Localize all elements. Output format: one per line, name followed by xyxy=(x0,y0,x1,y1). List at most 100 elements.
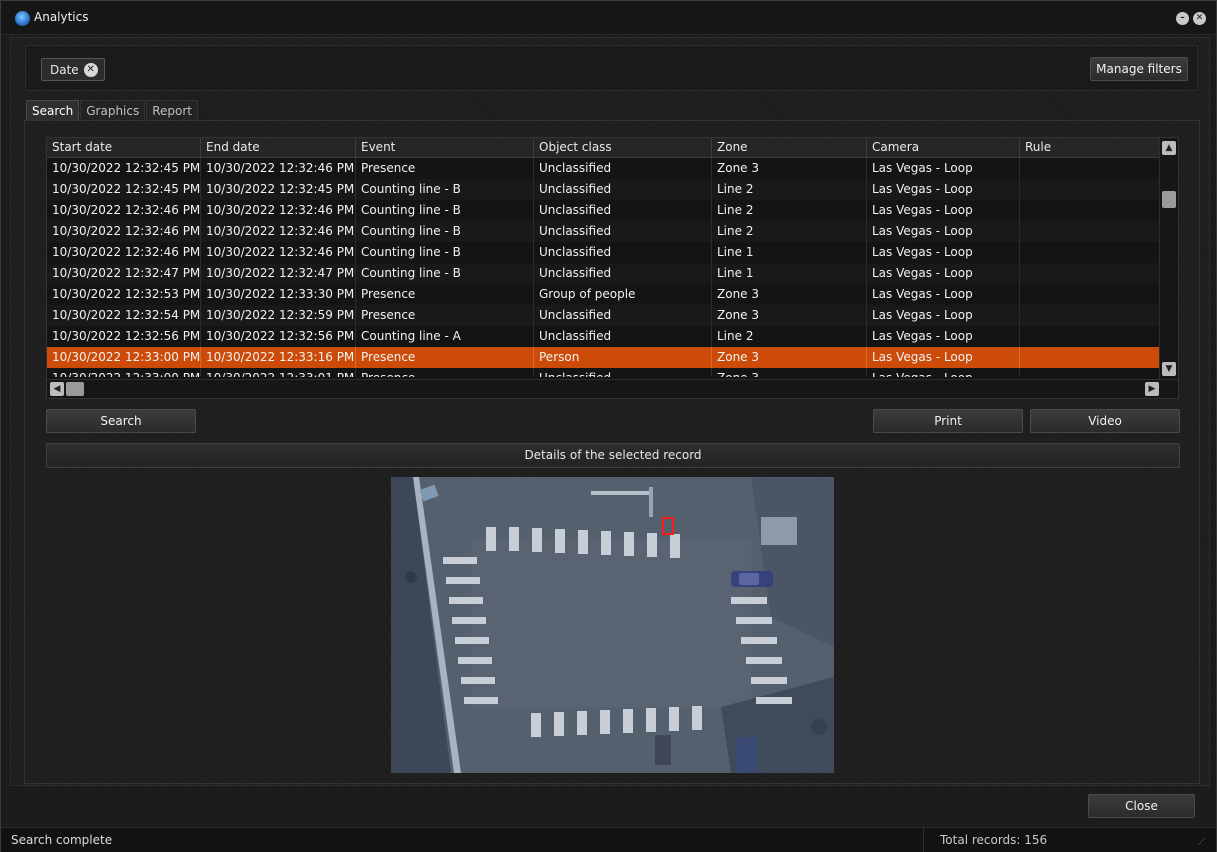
table-cell xyxy=(1020,263,1161,284)
table-cell: Group of people xyxy=(534,284,712,305)
table-cell: Presence xyxy=(356,284,534,305)
table-cell: 10/30/2022 12:32:46 PM xyxy=(47,200,201,221)
table-cell: 10/30/2022 12:33:01 PM xyxy=(201,368,356,377)
table-cell: 10/30/2022 12:32:45 PM xyxy=(47,179,201,200)
table-row[interactable]: 10/30/2022 12:33:00 PM 10/30/2022 12:33:1… xyxy=(47,347,1161,368)
filter-bar: Date ✕ Manage filters xyxy=(25,45,1198,91)
table-cell: Line 2 xyxy=(712,200,867,221)
table-cell: Counting line - B xyxy=(356,263,534,284)
table-cell: 10/30/2022 12:33:00 PM xyxy=(47,368,201,377)
details-header[interactable]: Details of the selected record xyxy=(46,443,1180,468)
column-start-date[interactable]: Start date xyxy=(47,138,201,158)
table-cell: 10/30/2022 12:33:00 PM xyxy=(47,347,201,368)
tab-graphics[interactable]: Graphics xyxy=(80,100,146,121)
table-cell: Unclassified xyxy=(534,158,712,179)
table-cell: Unclassified xyxy=(534,221,712,242)
vertical-scroll-thumb[interactable] xyxy=(1162,191,1176,208)
table-cell: Line 1 xyxy=(712,242,867,263)
table-cell: Las Vegas - Loop xyxy=(867,179,1020,200)
remove-filter-icon[interactable]: ✕ xyxy=(83,62,98,77)
table-cell: Zone 3 xyxy=(712,305,867,326)
table-cell xyxy=(1020,368,1161,377)
table-cell: 10/30/2022 12:32:46 PM xyxy=(47,221,201,242)
table-cell: 10/30/2022 12:33:30 PM xyxy=(201,284,356,305)
table-cell: 10/30/2022 12:32:46 PM xyxy=(201,242,356,263)
table-row[interactable]: 10/30/2022 12:32:47 PM 10/30/2022 12:32:4… xyxy=(47,263,1161,284)
table-cell: Las Vegas - Loop xyxy=(867,284,1020,305)
table-row[interactable]: 10/30/2022 12:32:45 PM 10/30/2022 12:32:4… xyxy=(47,179,1161,200)
table-cell xyxy=(1020,284,1161,305)
table-cell: 10/30/2022 12:32:46 PM xyxy=(201,200,356,221)
column-object-class[interactable]: Object class xyxy=(534,138,712,158)
table-cell: 10/30/2022 12:32:56 PM xyxy=(47,326,201,347)
table-cell: Line 2 xyxy=(712,179,867,200)
camera-snapshot xyxy=(391,477,834,773)
table-cell: Las Vegas - Loop xyxy=(867,200,1020,221)
table-row[interactable]: 10/30/2022 12:32:56 PM 10/30/2022 12:32:5… xyxy=(47,326,1161,347)
table-cell: Unclassified xyxy=(534,368,712,377)
tab-report[interactable]: Report xyxy=(146,100,199,121)
table-cell: Counting line - B xyxy=(356,242,534,263)
search-button[interactable]: Search xyxy=(46,409,196,433)
title-bar[interactable]: Analytics – ✕ xyxy=(1,1,1216,35)
table-cell: Line 2 xyxy=(712,326,867,347)
filter-chip-date[interactable]: Date ✕ xyxy=(41,58,105,81)
scroll-right-icon[interactable]: ▶ xyxy=(1145,382,1159,396)
table-cell: Zone 3 xyxy=(712,347,867,368)
table-cell: Las Vegas - Loop xyxy=(867,263,1020,284)
status-divider xyxy=(923,828,924,852)
window-title: Analytics xyxy=(34,10,89,24)
table-cell: Las Vegas - Loop xyxy=(867,221,1020,242)
table-cell: Las Vegas - Loop xyxy=(867,347,1020,368)
print-button[interactable]: Print xyxy=(873,409,1023,433)
table-row[interactable]: 10/30/2022 12:32:54 PM 10/30/2022 12:32:5… xyxy=(47,305,1161,326)
main-area: Date ✕ Manage filters Search Graphics Re… xyxy=(10,37,1210,786)
table-cell: Las Vegas - Loop xyxy=(867,368,1020,377)
table-cell: 10/30/2022 12:32:54 PM xyxy=(47,305,201,326)
horizontal-scroll-thumb[interactable] xyxy=(66,382,84,396)
close-button[interactable]: Close xyxy=(1088,794,1195,818)
table-body: 10/30/2022 12:32:45 PM 10/30/2022 12:32:4… xyxy=(47,158,1161,377)
table-row[interactable]: 10/30/2022 12:33:00 PM10/30/2022 12:33:0… xyxy=(47,368,1161,377)
table-cell xyxy=(1020,179,1161,200)
table-cell: Presence xyxy=(356,305,534,326)
table-header: Start date End date Event Object class Z… xyxy=(47,138,1161,158)
vertical-scrollbar[interactable]: ▲ ▼ xyxy=(1159,138,1178,379)
table-cell: Line 2 xyxy=(712,221,867,242)
column-zone[interactable]: Zone xyxy=(712,138,867,158)
scroll-left-icon[interactable]: ◀ xyxy=(50,382,64,396)
table-row[interactable]: 10/30/2022 12:32:46 PM 10/30/2022 12:32:4… xyxy=(47,200,1161,221)
column-end-date[interactable]: End date xyxy=(201,138,356,158)
status-bar: Search complete Total records: 156 ⟋ xyxy=(1,827,1216,852)
table-row[interactable]: 10/30/2022 12:32:45 PM 10/30/2022 12:32:4… xyxy=(47,158,1161,179)
scroll-down-icon[interactable]: ▼ xyxy=(1162,362,1176,376)
table-cell: Unclassified xyxy=(534,179,712,200)
table-row[interactable]: 10/30/2022 12:32:46 PM 10/30/2022 12:32:4… xyxy=(47,242,1161,263)
tab-search[interactable]: Search xyxy=(26,100,80,121)
table-cell: Counting line - B xyxy=(356,200,534,221)
table-cell: 10/30/2022 12:32:46 PM xyxy=(47,242,201,263)
video-button[interactable]: Video xyxy=(1030,409,1180,433)
table-cell xyxy=(1020,158,1161,179)
table-cell: 10/30/2022 12:33:16 PM xyxy=(201,347,356,368)
resize-grip-icon[interactable]: ⟋ xyxy=(1198,835,1210,848)
table-row[interactable]: 10/30/2022 12:32:53 PM 10/30/2022 12:33:3… xyxy=(47,284,1161,305)
minimize-icon[interactable]: – xyxy=(1176,12,1189,25)
table-cell: Zone 3 xyxy=(712,368,867,377)
scroll-up-icon[interactable]: ▲ xyxy=(1162,141,1176,155)
total-records: Total records: 156 xyxy=(940,833,1048,847)
column-rule[interactable]: Rule xyxy=(1020,138,1161,158)
close-icon[interactable]: ✕ xyxy=(1193,12,1206,25)
table-cell xyxy=(1020,326,1161,347)
table-cell xyxy=(1020,305,1161,326)
analytics-globe-icon xyxy=(15,11,30,26)
column-event[interactable]: Event xyxy=(356,138,534,158)
table-cell: Counting line - B xyxy=(356,179,534,200)
table-row[interactable]: 10/30/2022 12:32:46 PM 10/30/2022 12:32:4… xyxy=(47,221,1161,242)
table-cell: Las Vegas - Loop xyxy=(867,305,1020,326)
table-cell: Las Vegas - Loop xyxy=(867,326,1020,347)
column-camera[interactable]: Camera xyxy=(867,138,1020,158)
horizontal-scrollbar[interactable]: ◀ ▶ xyxy=(47,379,1178,398)
manage-filters-button[interactable]: Manage filters xyxy=(1090,57,1188,81)
table-cell xyxy=(1020,242,1161,263)
